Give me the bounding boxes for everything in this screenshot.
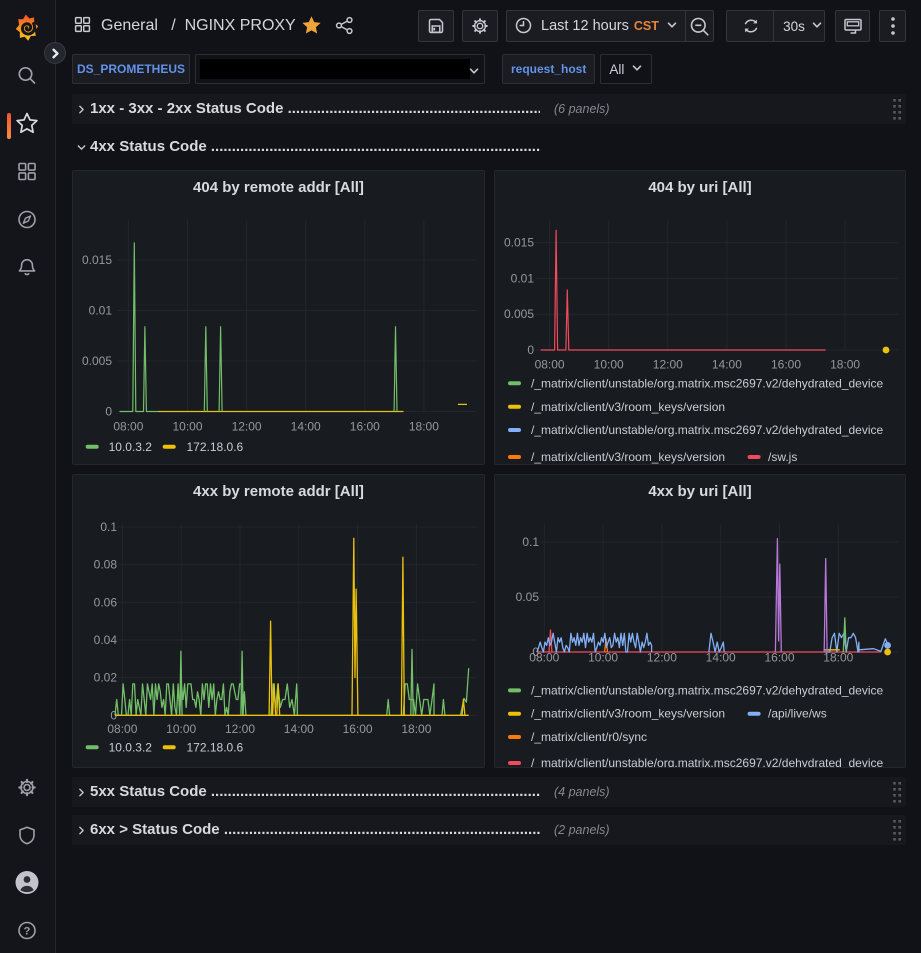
svg-text:0.1: 0.1 bbox=[100, 520, 117, 534]
svg-text:172.18.0.6: 172.18.0.6 bbox=[187, 440, 244, 454]
svg-text:/_matrix/client/v3/room_keys/v: /_matrix/client/v3/room_keys/version bbox=[531, 450, 725, 464]
svg-text:/_matrix/client/unstable/org.m: /_matrix/client/unstable/org.matrix.msc2… bbox=[531, 756, 884, 767]
svg-text:0.005: 0.005 bbox=[504, 307, 534, 321]
svg-text:0.1: 0.1 bbox=[522, 535, 539, 549]
svg-text:14:00: 14:00 bbox=[712, 358, 742, 372]
svg-text:/_matrix/client/unstable/org.m: /_matrix/client/unstable/org.matrix.msc2… bbox=[531, 376, 884, 390]
svg-text:172.18.0.6: 172.18.0.6 bbox=[187, 740, 244, 754]
svg-text:0.01: 0.01 bbox=[511, 271, 535, 285]
svg-text:08:00: 08:00 bbox=[535, 358, 565, 372]
svg-text:14:00: 14:00 bbox=[284, 722, 314, 736]
svg-text:0.08: 0.08 bbox=[94, 558, 118, 572]
svg-text:16:00: 16:00 bbox=[350, 420, 380, 434]
svg-text:10.0.3.2: 10.0.3.2 bbox=[109, 740, 153, 754]
svg-text:/_matrix/client/unstable/org.m: /_matrix/client/unstable/org.matrix.msc2… bbox=[531, 423, 884, 437]
svg-text:12:00: 12:00 bbox=[232, 420, 262, 434]
svg-text:/_matrix/client/r0/sync: /_matrix/client/r0/sync bbox=[531, 730, 647, 744]
svg-text:0.01: 0.01 bbox=[89, 304, 113, 318]
svg-text:14:00: 14:00 bbox=[291, 420, 321, 434]
svg-text:?: ? bbox=[24, 926, 31, 938]
svg-text:0.015: 0.015 bbox=[504, 236, 534, 250]
svg-text:12:00: 12:00 bbox=[653, 358, 683, 372]
svg-text:/api/live/ws: /api/live/ws bbox=[768, 707, 827, 721]
svg-text:12:00: 12:00 bbox=[225, 722, 255, 736]
svg-text:16:00: 16:00 bbox=[343, 722, 373, 736]
svg-text:18:00: 18:00 bbox=[830, 358, 860, 372]
svg-text:10:00: 10:00 bbox=[166, 722, 196, 736]
svg-text:18:00: 18:00 bbox=[401, 722, 431, 736]
svg-text:0.015: 0.015 bbox=[82, 253, 112, 267]
svg-text:0.05: 0.05 bbox=[516, 590, 540, 604]
svg-text:0: 0 bbox=[105, 405, 112, 419]
svg-text:10.0.3.2: 10.0.3.2 bbox=[109, 440, 153, 454]
svg-text:0.06: 0.06 bbox=[94, 595, 118, 609]
svg-text:10:00: 10:00 bbox=[594, 358, 624, 372]
svg-text:0: 0 bbox=[527, 343, 534, 357]
svg-text:0.02: 0.02 bbox=[94, 671, 118, 685]
svg-text:/_matrix/client/unstable/org.m: /_matrix/client/unstable/org.matrix.msc2… bbox=[531, 683, 884, 697]
svg-text:0.04: 0.04 bbox=[94, 633, 118, 647]
svg-text:/sw.js: /sw.js bbox=[768, 450, 797, 464]
svg-text:10:00: 10:00 bbox=[172, 420, 202, 434]
svg-text:18:00: 18:00 bbox=[409, 420, 439, 434]
svg-text:08:00: 08:00 bbox=[107, 722, 137, 736]
svg-text:/_matrix/client/v3/room_keys/v: /_matrix/client/v3/room_keys/version bbox=[531, 400, 725, 414]
svg-text:08:00: 08:00 bbox=[113, 420, 143, 434]
svg-text:/_matrix/client/v3/room_keys/v: /_matrix/client/v3/room_keys/version bbox=[531, 707, 725, 721]
svg-text:0.005: 0.005 bbox=[82, 354, 112, 368]
svg-text:16:00: 16:00 bbox=[771, 358, 801, 372]
